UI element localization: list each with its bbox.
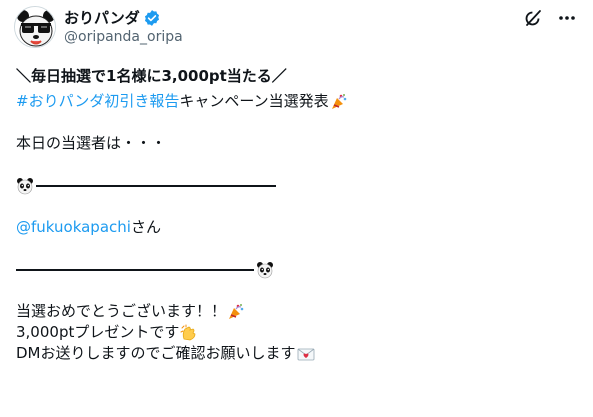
divider-line <box>16 268 254 271</box>
campaign-line: #おりパンダ初引き報告 キャンペーン当選発表 <box>16 91 576 112</box>
winner-mention-link[interactable]: @fukuokapachi <box>16 217 131 238</box>
congrats-text: 当選おめでとうございます！！ <box>16 302 227 320</box>
divider-bottom <box>16 259 576 280</box>
grok-icon[interactable] <box>523 8 543 28</box>
party-popper-icon <box>227 303 245 321</box>
tweet-text: ＼毎日抽選で1名様に3,000pt当たる／ #おりパンダ初引き報告 キャンペーン… <box>16 66 576 364</box>
verified-badge-icon <box>143 9 161 27</box>
dm-line: DMお送りしますのでご確認お願いします <box>16 343 576 364</box>
avatar[interactable] <box>14 6 56 48</box>
party-popper-icon <box>330 93 348 111</box>
display-name[interactable]: おりパンダ <box>64 8 140 28</box>
prize-text: 3,000ptプレゼントです <box>16 323 180 341</box>
prize-line: 3,000ptプレゼントです <box>16 322 576 343</box>
winner-suffix: さん <box>130 218 161 236</box>
divider-top <box>16 175 576 196</box>
campaign-text: キャンペーン当選発表 <box>179 92 329 110</box>
winner-line: @fukuokapachi さん <box>16 217 576 238</box>
more-icon[interactable] <box>557 8 577 28</box>
dm-notice-text: DMお送りしますのでご確認お願いします <box>16 344 296 362</box>
panda-face-icon <box>256 261 274 279</box>
announce-text: 本日の当選者は・・・ <box>16 134 167 152</box>
author-handle[interactable]: @oripanda_oripa <box>64 28 183 46</box>
clapping-hands-icon <box>180 324 198 342</box>
divider-line <box>36 184 276 187</box>
congrats-line: 当選おめでとうございます！！ <box>16 301 576 322</box>
hashtag-link[interactable]: #おりパンダ初引き報告 <box>16 91 179 112</box>
author-name-row[interactable]: おりパンダ <box>64 8 161 28</box>
panda-avatar-icon <box>15 7 55 47</box>
panda-face-icon <box>16 177 34 195</box>
love-letter-icon <box>297 345 315 363</box>
headline: ＼毎日抽選で1名様に3,000pt当たる／ <box>16 67 287 85</box>
